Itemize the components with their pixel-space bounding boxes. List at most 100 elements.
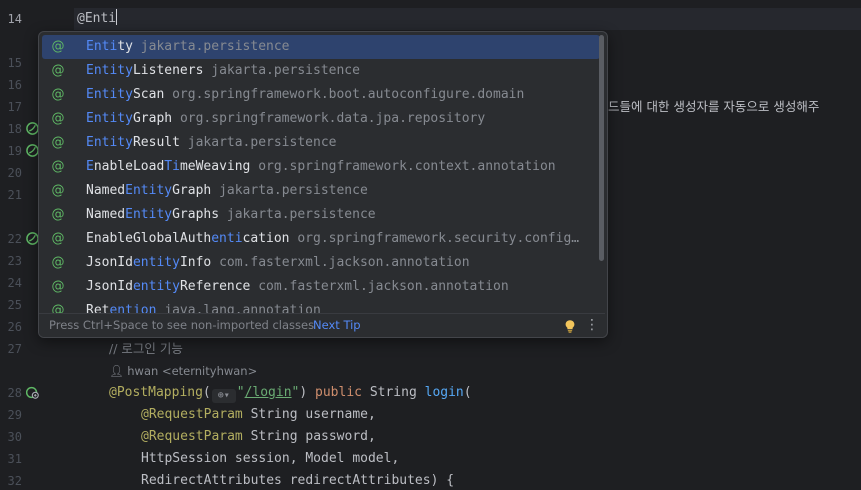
line-number: 24 bbox=[7, 276, 22, 290]
line-number: 20 bbox=[7, 166, 22, 180]
close-paren: ) bbox=[299, 385, 316, 400]
next-tip-link[interactable]: Next Tip bbox=[313, 314, 361, 337]
post-mapping-annotation: @PostMapping bbox=[109, 385, 203, 400]
label-rest: Info bbox=[179, 255, 212, 270]
completion-item[interactable]: @ Retention java.lang.annotation bbox=[42, 299, 600, 313]
completion-item[interactable]: @ JsonIdentityInfo com.fasterxml.jackson… bbox=[42, 251, 600, 275]
completion-item[interactable]: @ EntityScan org.springframework.boot.au… bbox=[42, 83, 600, 107]
annotation-at-icon: @ bbox=[51, 159, 65, 174]
label-rest: Graphs bbox=[172, 207, 220, 222]
match-text: Entity bbox=[86, 63, 133, 78]
package-name: jakarta.persistence bbox=[226, 207, 376, 222]
line-number: 31 bbox=[7, 452, 22, 466]
web-endpoint-icon[interactable] bbox=[26, 386, 39, 399]
completion-item-label: EnableGlobalAuthentication org.springfra… bbox=[86, 227, 579, 251]
completion-item-label: EntityListeners jakarta.persistence bbox=[86, 59, 360, 83]
label-rest: nableLoad bbox=[93, 159, 165, 174]
annotation-at-icon: @ bbox=[51, 111, 65, 126]
completion-list[interactable]: @ Entity jakarta.persistence @ EntityLis… bbox=[39, 35, 605, 313]
line-number: 32 bbox=[7, 474, 22, 488]
completion-scrollbar[interactable] bbox=[599, 35, 604, 261]
code-line-28[interactable]: @PostMapping(⊕▾ "/login") public String l… bbox=[109, 382, 472, 404]
completion-item[interactable]: @ EntityListeners jakarta.persistence bbox=[42, 59, 600, 83]
completion-item-label: JsonIdentityReference com.fasterxml.jack… bbox=[86, 275, 509, 299]
package-name: com.fasterxml.jackson.annotation bbox=[219, 255, 470, 270]
line-number: 19 bbox=[7, 144, 22, 158]
completion-item[interactable]: @ EnableGlobalAuthentication org.springf… bbox=[42, 227, 600, 251]
code-editor[interactable]: 14 15 16 17 18 19 20 21 22 23 24 25 26 2… bbox=[0, 0, 861, 490]
completion-item[interactable]: @ EntityResult jakarta.persistence bbox=[42, 131, 600, 155]
code-completion-popup[interactable]: @ Entity jakarta.persistence @ EntityLis… bbox=[38, 31, 608, 338]
code-line-32[interactable]: RedirectAttributes redirectAttributes) { bbox=[141, 470, 454, 490]
code-comment-tail: 드들에 대한 생성자를 자동으로 생성해주 bbox=[608, 99, 820, 114]
label-rest: cation bbox=[242, 231, 290, 246]
annotation-at-icon: @ bbox=[51, 255, 65, 270]
endpoint-path-link[interactable]: /login bbox=[245, 385, 292, 400]
completion-item-label: NamedEntityGraphs jakarta.persistence bbox=[86, 203, 376, 227]
annotation-at-icon: @ bbox=[51, 279, 65, 294]
parameter-decl: String password, bbox=[242, 429, 376, 444]
completion-item[interactable]: @ Entity jakarta.persistence bbox=[42, 35, 600, 59]
match-text: ention bbox=[109, 303, 157, 313]
completion-item[interactable]: @ NamedEntityGraph jakarta.persistence bbox=[42, 179, 600, 203]
person-icon: 👤︎ bbox=[109, 364, 124, 378]
parameter-decl: String username, bbox=[242, 407, 376, 422]
label-prefix: EnableGlobalAuth bbox=[86, 231, 212, 246]
label-rest: Reference bbox=[179, 279, 251, 294]
annotation-at-icon: @ bbox=[51, 39, 65, 54]
completion-item[interactable]: @ EntityGraph org.springframework.data.j… bbox=[42, 107, 600, 131]
annotation-at-icon: @ bbox=[51, 207, 65, 222]
match-text: Enti bbox=[86, 39, 118, 54]
package-name: jakarta.persistence bbox=[140, 39, 290, 54]
match-text: Ti bbox=[164, 159, 180, 174]
line-number: 26 bbox=[7, 320, 22, 334]
footer-hint-text: Press Ctrl+Space to see non-imported cla… bbox=[49, 318, 315, 332]
label-prefix: JsonId bbox=[86, 279, 133, 294]
lightbulb-icon[interactable] bbox=[563, 319, 577, 333]
label-rest: Scan bbox=[132, 87, 165, 102]
code-line-29[interactable]: @RequestParam String username, bbox=[141, 404, 376, 426]
label-rest: Graph bbox=[132, 111, 173, 126]
label-rest: Listeners bbox=[132, 63, 204, 78]
current-line-highlight bbox=[0, 8, 861, 30]
match-text: Entity bbox=[86, 87, 133, 102]
line-number: 22 bbox=[7, 232, 22, 246]
completion-item[interactable]: @ EnableLoadTimeWeaving org.springframew… bbox=[42, 155, 600, 179]
label-rest: Graph bbox=[172, 183, 212, 198]
annotation-at-icon: @ bbox=[51, 231, 65, 246]
package-name: org.springframework.security.config… bbox=[297, 231, 580, 246]
annotation-at-icon: @ bbox=[51, 135, 65, 150]
typed-text: @Enti bbox=[77, 11, 117, 26]
package-name: jakarta.persistence bbox=[219, 183, 368, 198]
author-inlay-hint[interactable]: 👤︎ hwan <eternityhwan> bbox=[109, 362, 257, 380]
line-number: 14 bbox=[7, 12, 22, 26]
text-caret bbox=[116, 9, 118, 25]
chevron-down-icon: ▾ bbox=[223, 390, 230, 401]
line-number: 17 bbox=[7, 100, 22, 114]
label-rest: ty bbox=[117, 39, 133, 54]
author-name: hwan <eternityhwan> bbox=[127, 364, 258, 378]
package-name: org.springframework.boot.autoconfigure.d… bbox=[172, 87, 525, 102]
line-number: 21 bbox=[7, 188, 22, 202]
more-vertical-icon[interactable]: ⋮ bbox=[585, 314, 599, 337]
globe-icon[interactable]: ⊕▾ bbox=[211, 389, 236, 403]
match-text: enti bbox=[211, 231, 243, 246]
code-line-31[interactable]: HttpSession session, Model model, bbox=[141, 448, 399, 470]
completion-item-label: JsonIdentityInfo com.fasterxml.jackson.a… bbox=[86, 251, 470, 275]
match-text: Entity bbox=[125, 183, 173, 198]
keyword-public: public bbox=[315, 385, 362, 400]
label-rest: Result bbox=[132, 135, 180, 150]
request-param-annotation: @RequestParam bbox=[141, 429, 243, 444]
current-line-code[interactable]: @Enti bbox=[77, 8, 118, 30]
open-paren: ( bbox=[463, 385, 472, 400]
open-paren: ( bbox=[202, 385, 211, 400]
line-number: 28 bbox=[7, 386, 22, 400]
completion-item-label: EntityResult jakarta.persistence bbox=[86, 131, 336, 155]
completion-item[interactable]: @ NamedEntityGraphs jakarta.persistence bbox=[42, 203, 600, 227]
code-line-30[interactable]: @RequestParam String password, bbox=[141, 426, 376, 448]
line-number: 23 bbox=[7, 254, 22, 268]
completion-item-label: EntityScan org.springframework.boot.auto… bbox=[86, 83, 524, 107]
label-prefix: Ret bbox=[86, 303, 110, 313]
line-number: 25 bbox=[7, 298, 22, 312]
completion-item[interactable]: @ JsonIdentityReference com.fasterxml.ja… bbox=[42, 275, 600, 299]
